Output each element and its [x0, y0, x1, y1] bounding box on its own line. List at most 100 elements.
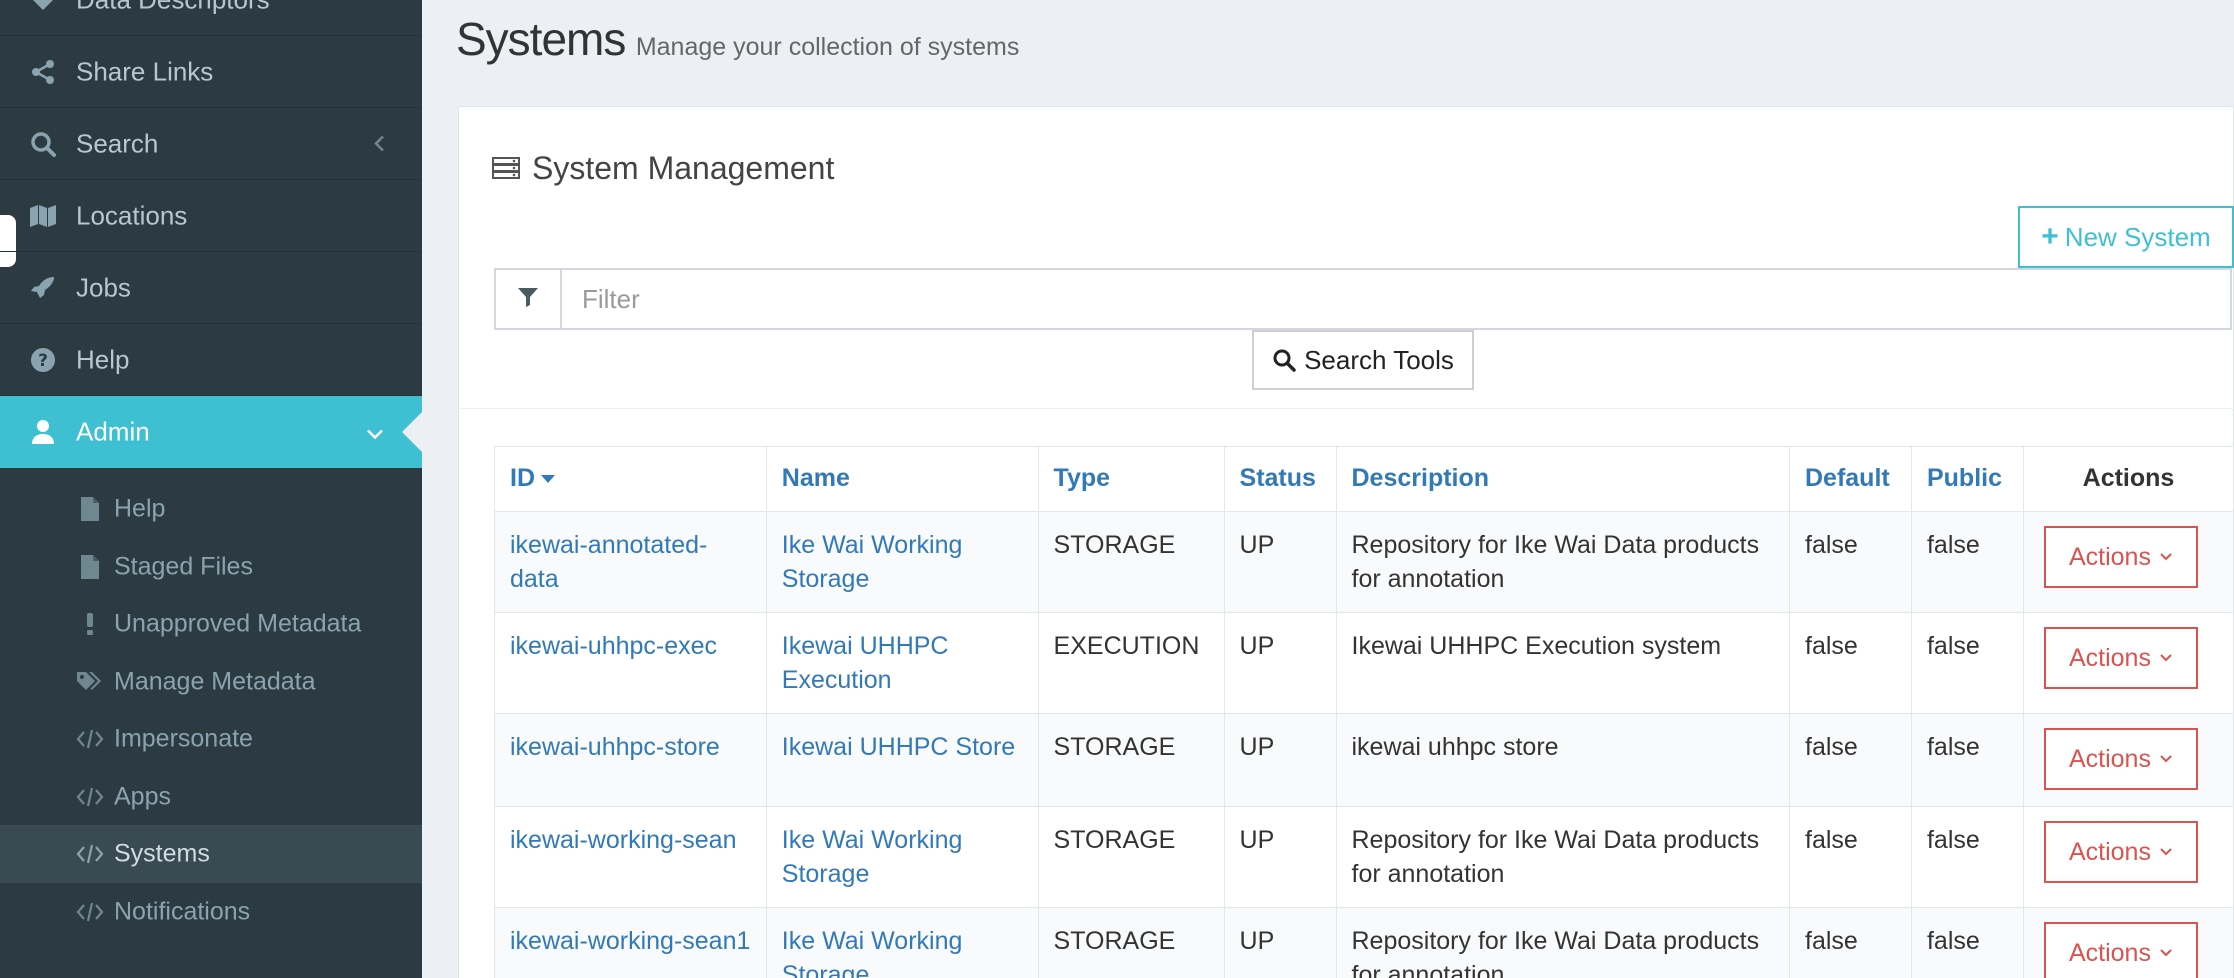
cell-default: false — [1789, 713, 1912, 807]
rocket-icon — [28, 273, 58, 303]
system-id-link[interactable]: ikewai-uhhpc-exec — [510, 632, 717, 660]
table-row: ikewai-uhhpc-exec Ikewai UHHPC Execution… — [494, 612, 2234, 714]
svg-text:?: ? — [38, 351, 48, 371]
system-id-link[interactable]: ikewai-working-sean1 — [510, 927, 750, 955]
cell-type: STORAGE — [1037, 907, 1225, 978]
system-name-link[interactable]: Ikewai UHHPC Execution — [782, 632, 949, 694]
submenu-item-help[interactable]: Help — [0, 480, 422, 538]
cell-public: false — [1910, 907, 2024, 978]
cell-public: false — [1910, 511, 2024, 613]
actions-dropdown-button[interactable]: Actions — [2043, 728, 2198, 790]
cell-id: ikewai-annotated-data — [494, 511, 767, 613]
cell-id: ikewai-working-sean1 — [494, 907, 767, 978]
code-icon — [76, 840, 104, 868]
sidebar-item-label: Help — [76, 344, 130, 374]
submenu-item-label: Impersonate — [114, 724, 253, 753]
sort-desc-icon — [541, 475, 555, 484]
share-icon — [28, 57, 58, 87]
system-name-link[interactable]: Ikewai UHHPC Store — [782, 733, 1015, 761]
column-header-label: Description — [1351, 464, 1490, 492]
cell-id: ikewai-uhhpc-exec — [494, 612, 767, 714]
sidebar: Data Descriptors Share Links Search Loca… — [0, 0, 422, 978]
file-icon — [76, 553, 104, 581]
cell-type: STORAGE — [1037, 511, 1225, 613]
column-header-default[interactable]: Default — [1789, 446, 1912, 512]
plus-icon: + — [2041, 220, 2059, 253]
system-id-link[interactable]: ikewai-uhhpc-store — [510, 733, 720, 761]
cell-default: false — [1789, 511, 1912, 613]
submenu-item-impersonate[interactable]: Impersonate — [0, 710, 422, 768]
column-header-description[interactable]: Description — [1335, 446, 1790, 512]
actions-dropdown-button[interactable]: Actions — [2043, 821, 2198, 883]
sidebar-item-label: Admin — [76, 416, 150, 447]
cell-actions: Actions — [2022, 713, 2234, 807]
column-header-status[interactable]: Status — [1223, 446, 1337, 512]
system-name-link[interactable]: Ike Wai Working Storage — [782, 826, 963, 888]
sidebar-item-search[interactable]: Search — [0, 108, 422, 180]
question-circle-icon: ? — [28, 345, 58, 375]
user-icon — [28, 417, 58, 447]
cell-description: Repository for Ike Wai Data products for… — [1335, 511, 1790, 613]
server-icon — [492, 156, 522, 182]
submenu-item-apps[interactable]: Apps — [0, 768, 422, 826]
actions-dropdown-button[interactable]: Actions — [2043, 922, 2198, 978]
cell-description: ikewai uhhpc store — [1335, 713, 1790, 807]
submenu-item-systems[interactable]: Systems — [0, 825, 422, 883]
cell-name: Ike Wai Working Storage — [765, 907, 1039, 978]
filter-button[interactable] — [494, 268, 562, 330]
page-header: Systems Manage your collection of system… — [456, 12, 1019, 66]
actions-dropdown-button[interactable]: Actions — [2043, 627, 2198, 689]
submenu-item-manage-metadata[interactable]: Manage Metadata — [0, 653, 422, 711]
column-header-name[interactable]: Name — [765, 446, 1039, 512]
box-title-text: System Management — [532, 150, 835, 186]
sidebar-item-data-descriptors[interactable]: Data Descriptors — [0, 0, 422, 36]
cell-public: false — [1910, 713, 2024, 807]
page-subtitle: Manage your collection of systems — [635, 33, 1020, 61]
column-header-type[interactable]: Type — [1037, 446, 1225, 512]
table-row: ikewai-working-sean Ike Wai Working Stor… — [494, 806, 2234, 908]
sidebar-item-locations[interactable]: Locations — [0, 180, 422, 252]
system-id-link[interactable]: ikewai-annotated-data — [510, 531, 707, 593]
submenu-item-label: Manage Metadata — [114, 667, 316, 696]
filter-input[interactable] — [562, 268, 2232, 330]
submenu-item-unapproved-metadata[interactable]: Unapproved Metadata — [0, 595, 422, 653]
column-header-public[interactable]: Public — [1910, 446, 2024, 512]
submenu-item-label: Staged Files — [114, 552, 253, 581]
cell-default: false — [1789, 907, 1912, 978]
new-system-button[interactable]: + New System — [2018, 206, 2234, 268]
sidebar-item-help[interactable]: ? Help — [0, 324, 422, 396]
file-icon — [76, 495, 104, 523]
cell-status: UP — [1223, 907, 1337, 978]
filter-icon — [517, 286, 539, 313]
map-icon — [28, 201, 58, 231]
cell-name: Ikewai UHHPC Store — [765, 713, 1039, 807]
system-id-link[interactable]: ikewai-working-sean — [510, 826, 736, 854]
column-header-label: ID — [510, 464, 535, 492]
cell-status: UP — [1223, 612, 1337, 714]
submenu-item-notifications[interactable]: Notifications — [0, 883, 422, 941]
sidebar-item-admin[interactable]: Admin — [0, 396, 422, 468]
chevron-down-icon — [2159, 847, 2173, 857]
column-header-id[interactable]: ID — [494, 446, 767, 512]
code-icon — [76, 725, 104, 753]
cell-actions: Actions — [2022, 511, 2234, 613]
actions-label: Actions — [2068, 644, 2151, 672]
cell-type: STORAGE — [1037, 806, 1225, 908]
submenu-item-staged-files[interactable]: Staged Files — [0, 538, 422, 596]
column-header-label: Actions — [2082, 464, 2175, 492]
system-name-link[interactable]: Ike Wai Working Storage — [782, 927, 963, 978]
sidebar-item-label: Locations — [76, 200, 188, 230]
search-tools-button[interactable]: Search Tools — [1252, 330, 1474, 390]
sidebar-item-label: Search — [76, 128, 159, 158]
column-header-label: Type — [1053, 464, 1111, 492]
sidebar-item-jobs[interactable]: Jobs — [0, 252, 422, 324]
sidebar-item-label: Jobs — [76, 272, 131, 302]
cell-name: Ike Wai Working Storage — [765, 806, 1039, 908]
sidebar-item-share-links[interactable]: Share Links — [0, 36, 422, 108]
system-name-link[interactable]: Ike Wai Working Storage — [782, 531, 963, 593]
main-content: Systems Manage your collection of system… — [422, 0, 2234, 978]
actions-dropdown-button[interactable]: Actions — [2043, 526, 2198, 588]
cell-status: UP — [1223, 511, 1337, 613]
sidebar-item-label: Data Descriptors — [76, 0, 270, 15]
table-header-row: ID Name Type Status Description Default … — [494, 446, 2234, 512]
